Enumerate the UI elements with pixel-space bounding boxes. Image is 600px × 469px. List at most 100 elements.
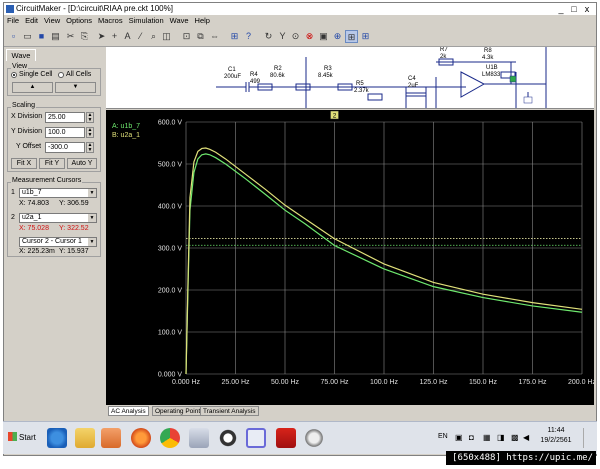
print-icon[interactable]: ▤ — [49, 30, 62, 43]
tray-icon-3[interactable]: ▦ — [483, 433, 491, 442]
step-icon[interactable]: ⊙ — [289, 30, 302, 43]
alien-app-icon[interactable] — [304, 428, 324, 448]
calculator-icon[interactable] — [189, 428, 209, 448]
folder-icon[interactable] — [75, 428, 95, 448]
menu-wave[interactable]: Wave — [167, 15, 192, 25]
stop-icon[interactable]: ⊗ — [303, 30, 316, 43]
cursor1-trace-value: u1b_7 — [22, 189, 42, 196]
y-division-spinner[interactable]: ▲ ▼ — [86, 127, 94, 138]
cursor1-trace-select[interactable]: u1b_7 ▼ — [19, 188, 97, 198]
single-cell-label: Single Cell — [19, 71, 53, 78]
language-indicator[interactable]: EN — [438, 433, 448, 440]
rotate-icon[interactable]: ↻ — [262, 30, 275, 43]
maximize-button[interactable]: □ — [568, 4, 580, 14]
acrobat-icon[interactable] — [276, 428, 296, 448]
start-button[interactable]: Start — [5, 428, 39, 448]
open-icon[interactable]: ▭ — [21, 30, 34, 43]
bom-icon[interactable]: ⊞ — [228, 30, 241, 43]
zoom-icon[interactable]: ⌕ — [147, 30, 160, 43]
arrow-tool-icon[interactable]: ➤ — [95, 30, 108, 43]
cell-down-button[interactable]: ▼ — [55, 82, 96, 93]
menu-bar: File Edit View Options Macros Simulation Wave H… — [4, 15, 596, 27]
y-offset-input[interactable]: -300.0 — [45, 142, 85, 153]
cursor2-trace-select[interactable]: u2a_1 ▼ — [19, 213, 97, 223]
y-offset-spinner[interactable]: ▲ ▼ — [86, 142, 94, 153]
tab-wave[interactable]: Wave — [6, 49, 36, 61]
probe-tool-icon[interactable]: ⁄ — [134, 30, 147, 43]
app-window: CircuitMaker - [D:\circuit\RIAA pre.ckt … — [3, 2, 597, 456]
tab-transient-analysis[interactable]: Transient Analysis — [200, 406, 259, 416]
ie-icon[interactable] — [47, 428, 67, 448]
chevron-down-icon: ▼ — [88, 189, 96, 197]
firefox-icon[interactable] — [131, 428, 151, 448]
x-division-input[interactable]: 25.00 — [45, 112, 85, 123]
x-tick-label: 25.00 Hz — [221, 379, 250, 386]
snipping-icon[interactable] — [218, 428, 238, 448]
y-division-input[interactable]: 100.0 — [45, 127, 85, 138]
menu-file[interactable]: File — [4, 15, 22, 25]
x-tick-label: 200.0 Hz — [568, 379, 594, 386]
fit-y-button[interactable]: Fit Y — [39, 158, 65, 169]
schematic-view[interactable]: C1 200uF R4 499 R2 80.6k R3 8.45k R5 2.3… — [106, 47, 594, 109]
analysis-icon[interactable]: ▣ — [317, 30, 330, 43]
minimize-button[interactable]: _ — [555, 4, 567, 14]
tab-ac-analysis[interactable]: AC Analysis — [108, 406, 149, 416]
waveform-plot[interactable]: 0.000 Hz 25.00 Hz 50.00 Hz 75.00 Hz 100.0 Hz… — [106, 110, 596, 405]
cursor-marker-label: 2 — [333, 113, 337, 120]
auto-y-button[interactable]: Auto Y — [67, 158, 97, 169]
save-icon[interactable]: ■ — [35, 30, 48, 43]
tray-icon-1[interactable]: ▣ — [455, 433, 463, 442]
zoom-fit-icon[interactable]: ⊡ — [180, 30, 193, 43]
clock-date[interactable]: 19/2/2561 — [538, 437, 574, 444]
legend-entry: A: u1b_7 — [112, 123, 140, 130]
help-icon[interactable]: ? — [242, 30, 255, 43]
copy-icon[interactable]: ⎘ — [78, 30, 91, 43]
tab-operating-point[interactable]: Operating Point — [152, 406, 204, 416]
copy-page-icon[interactable]: ⧉ — [194, 30, 207, 43]
tray-icon-5[interactable]: ▩ — [511, 433, 519, 442]
menu-edit[interactable]: Edit — [22, 15, 41, 25]
circuitmaker-icon[interactable] — [246, 428, 266, 448]
schematic-drawing: C1 200uF R4 499 R2 80.6k R3 8.45k R5 2.3… — [216, 47, 547, 108]
close-button[interactable]: x — [581, 4, 593, 14]
chevron-down-icon: ▼ — [88, 238, 96, 246]
pan-icon[interactable]: ◫ — [160, 30, 173, 43]
all-cells-radio[interactable] — [58, 72, 64, 78]
fit-x-button[interactable]: Fit X — [11, 158, 37, 169]
swap-icon[interactable]: ⇔ — [208, 30, 221, 43]
schematic-label: 2.37k — [354, 88, 370, 94]
cut-icon[interactable]: ✂ — [64, 30, 77, 43]
menu-view[interactable]: View — [41, 15, 63, 25]
cursor1-number: 1 — [11, 189, 15, 196]
media-player-icon[interactable] — [101, 428, 121, 448]
flip-icon[interactable]: Y — [276, 30, 289, 43]
text-tool-icon[interactable]: A — [121, 30, 134, 43]
new-icon[interactable]: ▫ — [7, 30, 20, 43]
tray-icon-4[interactable]: ◨ — [497, 433, 505, 442]
x-division-label: X Division — [11, 113, 43, 120]
single-cell-radio[interactable] — [11, 72, 17, 78]
menu-help[interactable]: Help — [192, 15, 213, 25]
tray-icon-2[interactable]: ◘ — [469, 433, 474, 442]
wire-tool-icon[interactable]: + — [108, 30, 121, 43]
probe-icon[interactable]: ⊕ — [331, 30, 344, 43]
menu-simulation[interactable]: Simulation — [126, 15, 167, 25]
clock-time[interactable]: 11:44 — [541, 427, 571, 434]
show-desktop-button[interactable] — [583, 428, 593, 448]
wave-panel: Wave View Single Cell All Cells ▲ ▼ Scal… — [4, 47, 104, 417]
menu-macros[interactable]: Macros — [95, 15, 126, 25]
windows-logo-icon — [8, 432, 17, 441]
x-tick-label: 175.0 Hz — [518, 379, 547, 386]
schematic-label: LM833 — [482, 72, 501, 78]
cursors-group-label: Measurement Cursors — [11, 177, 83, 184]
x-division-spinner[interactable]: ▲ ▼ — [86, 112, 94, 123]
menu-options[interactable]: Options — [63, 15, 95, 25]
waveform-icon[interactable]: ⊞ — [345, 30, 358, 43]
speaker-icon[interactable]: ◀ — [523, 433, 529, 442]
y-tick-label: 200.0 V — [158, 288, 182, 295]
cell-up-button[interactable]: ▲ — [12, 82, 53, 93]
chrome-icon[interactable] — [160, 428, 180, 448]
cursor-difference-select[interactable]: Cursor 2 - Cursor 1 ▼ — [19, 237, 97, 247]
reset-icon[interactable]: ⊞ — [359, 30, 372, 43]
y-division-label: Y Division — [11, 128, 42, 135]
